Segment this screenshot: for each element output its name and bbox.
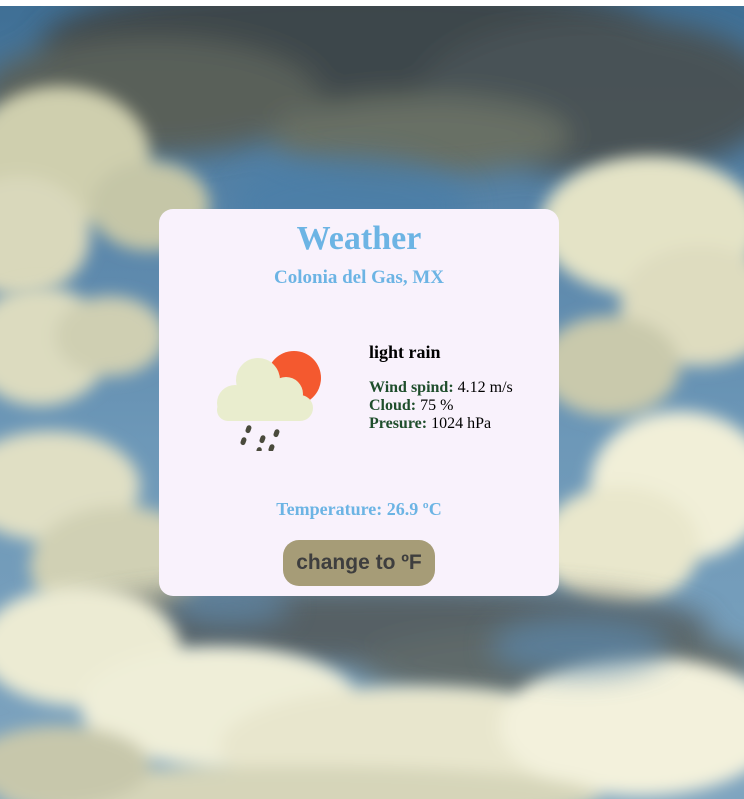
sun-behind-rain-cloud-icon <box>215 345 325 454</box>
temperature-readout: Temperature: 26.9 ºC <box>159 498 559 520</box>
pressure-value: 1024 hPa <box>431 415 492 432</box>
wind-speed-label: Wind spind: <box>369 379 454 396</box>
pressure-label: Presure: <box>369 415 428 432</box>
cloud-row: Cloud: 75 % <box>369 397 549 415</box>
pressure-row: Presure: 1024 hPa <box>369 415 549 433</box>
weather-card: Weather Colonia del Gas, MX light rain W… <box>159 209 559 596</box>
app-title: Weather <box>296 220 422 257</box>
temperature-value: 26.9 ºC <box>386 499 442 519</box>
location-label: Colonia del Gas, MX <box>274 267 444 288</box>
wind-speed-value: 4.12 m/s <box>457 379 513 396</box>
wind-speed-row: Wind spind: 4.12 m/s <box>369 379 549 397</box>
cloud-label: Cloud: <box>369 397 417 414</box>
temperature-label: Temperature: <box>276 499 383 519</box>
cloud-value: 75 % <box>420 397 454 414</box>
weather-details: light rain Wind spind: 4.12 m/s Cloud: 7… <box>369 341 549 433</box>
weather-description: light rain <box>369 342 441 362</box>
change-unit-button[interactable]: change to ºF <box>283 540 435 586</box>
